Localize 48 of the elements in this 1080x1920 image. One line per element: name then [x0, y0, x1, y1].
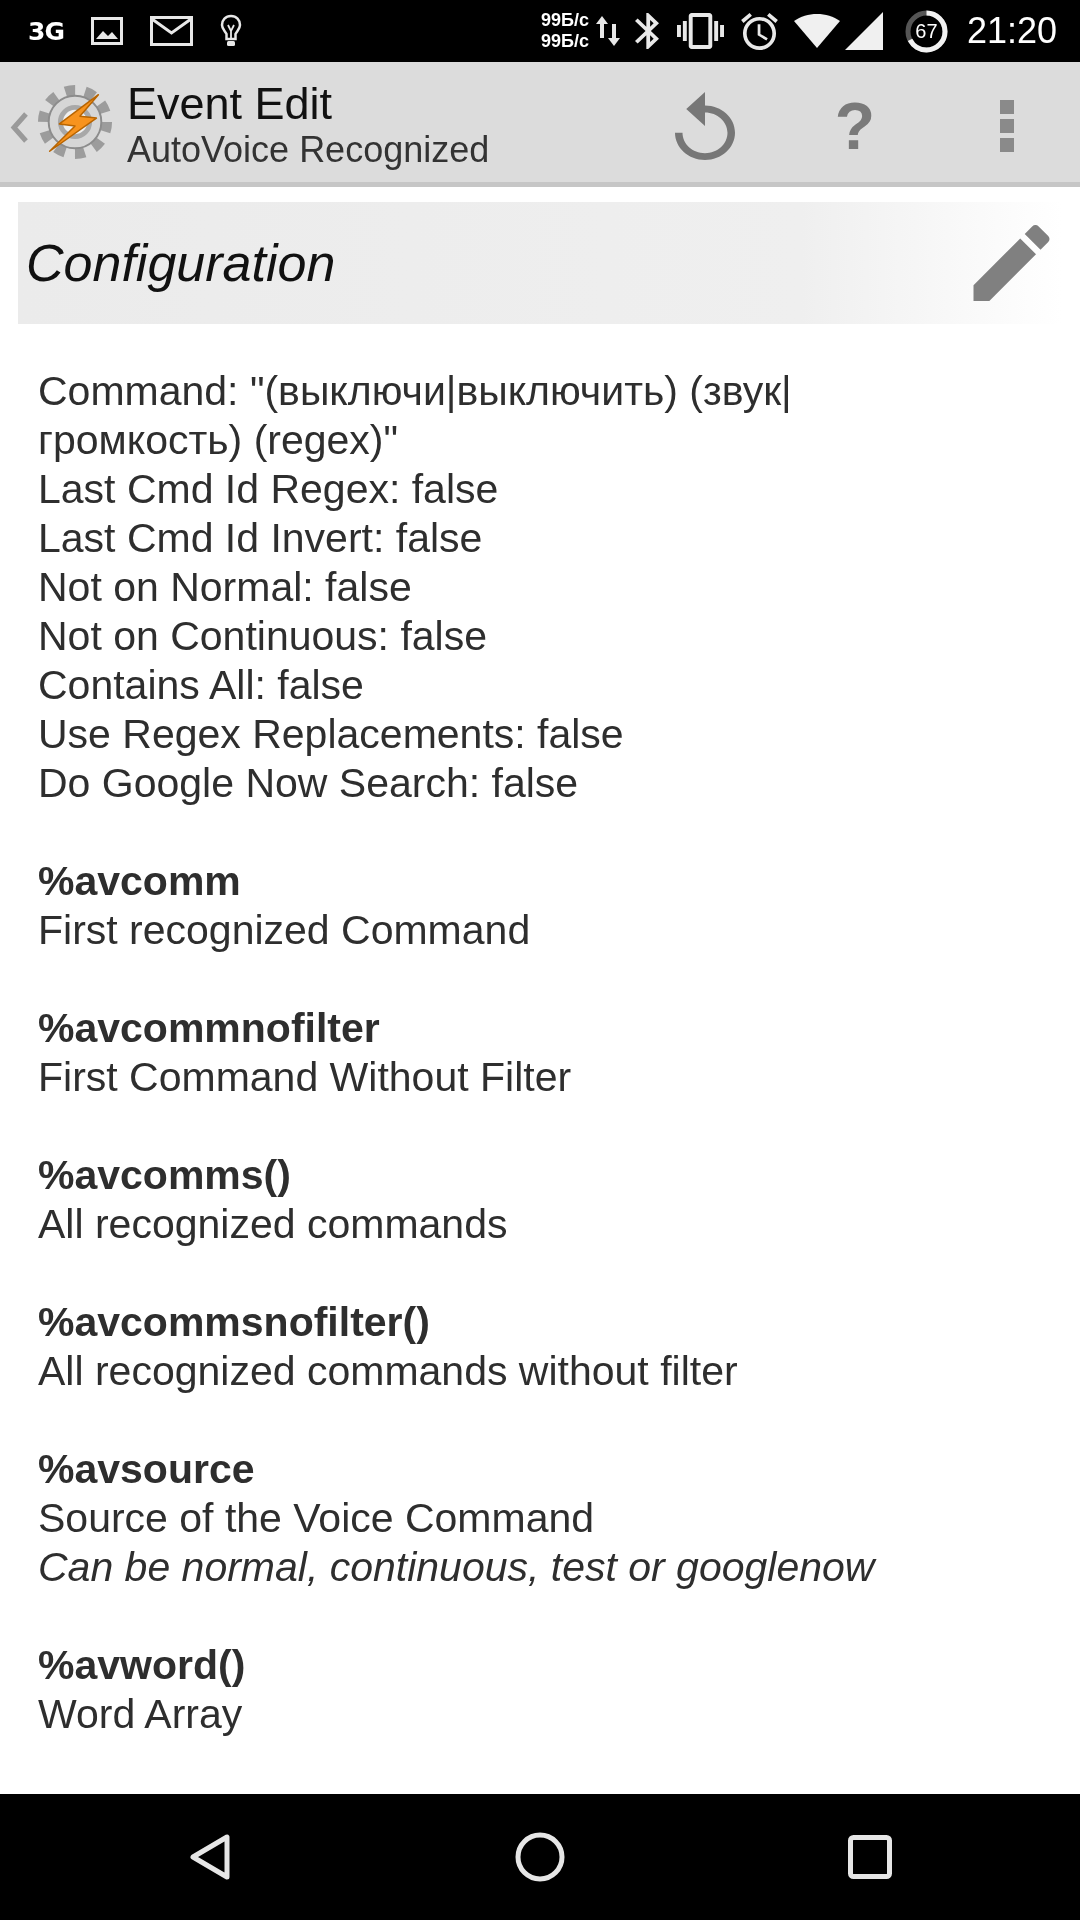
- data-arrows-icon: [594, 14, 621, 48]
- clock-time: 21:20: [966, 13, 1057, 49]
- setting-line: Do Google Now Search: false: [38, 759, 580, 808]
- lightbulb-icon: [219, 14, 242, 48]
- variable-description: Word Array: [38, 1690, 244, 1739]
- setting-line: Use Regex Replacements: false: [38, 710, 625, 759]
- variable-description: All recognized commands: [38, 1200, 509, 1249]
- variable-note: Can be normal, continuous, test or googlenow: [38, 1543, 878, 1592]
- alarm-clock-icon: [740, 12, 778, 50]
- variable-name: %avcommsnofilter(): [38, 1298, 431, 1347]
- variable-description: First Command Without Filter: [38, 1053, 573, 1102]
- nav-home-icon[interactable]: [515, 1832, 565, 1882]
- network-speed-text: 99Б/с: [540, 31, 589, 52]
- variable-description: First recognized Command: [38, 906, 532, 955]
- refresh-icon[interactable]: [674, 92, 735, 160]
- variable-name: %avsource: [38, 1445, 256, 1494]
- signal-icon: [844, 12, 883, 50]
- setting-line: Last Cmd Id Regex: false: [38, 465, 500, 514]
- setting-line: Last Cmd Id Invert: false: [38, 514, 484, 563]
- nav-back-icon[interactable]: [188, 1833, 232, 1881]
- back-chevron-icon[interactable]: [10, 111, 29, 143]
- nav-recents-icon[interactable]: [848, 1835, 892, 1879]
- network-speed-text: 99Б/с: [540, 10, 589, 31]
- envelope-icon: [149, 16, 193, 46]
- vibrate-icon: [676, 13, 724, 49]
- setting-line: Command: "(выключи|выключить) (звук|громкость) (regex)": [38, 367, 793, 465]
- screen-title: Event Edit: [127, 79, 334, 129]
- pencil-icon[interactable]: [973, 225, 1050, 301]
- setting-line: Not on Continuous: false: [38, 612, 488, 661]
- battery-ring-icon: [904, 9, 948, 53]
- bluetooth-icon: [634, 13, 659, 49]
- wifi-icon: [793, 14, 840, 48]
- screen-subtitle: AutoVoice Recognized: [127, 129, 490, 171]
- overflow-menu-icon[interactable]: [1000, 100, 1014, 152]
- variable-name: %avcomms(): [38, 1151, 292, 1200]
- variable-name: %avcomm: [38, 857, 242, 906]
- variable-description: Source of the Voice Command: [38, 1494, 596, 1543]
- gear-lightning-icon[interactable]: [36, 83, 114, 161]
- help-button[interactable]: ?: [834, 98, 875, 154]
- image-icon: [90, 17, 123, 45]
- variable-description: All recognized commands without filter: [38, 1347, 739, 1396]
- variable-name: %avcommnofilter: [38, 1004, 381, 1053]
- battery-percentage: 67: [914, 20, 939, 42]
- setting-line: Not on Normal: false: [38, 563, 413, 612]
- variable-name: %avword(): [38, 1641, 247, 1690]
- network-type-label: 3G: [28, 18, 64, 44]
- setting-line: Contains All: false: [38, 661, 365, 710]
- section-title: Configuration: [26, 232, 336, 294]
